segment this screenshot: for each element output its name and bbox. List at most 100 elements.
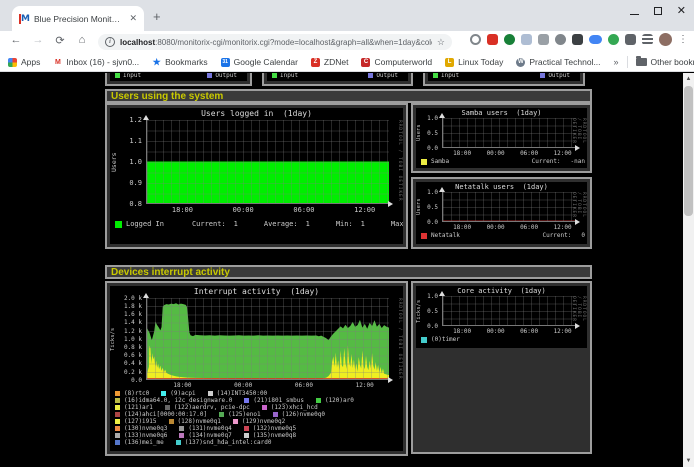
graph-box-interrupt-activity[interactable]: Interrupt activity (1day)Ticks/s2.0 k1.8…	[105, 281, 408, 456]
minimize-icon[interactable]	[630, 7, 639, 15]
bookmark-item[interactable]: CComputerworld	[361, 57, 432, 67]
home-icon[interactable]: ⌂	[74, 34, 90, 46]
extensions-puzzle-icon[interactable]	[625, 34, 636, 45]
input-legend-swatch	[433, 73, 438, 78]
maximize-icon[interactable]	[654, 7, 662, 15]
plot-area	[442, 296, 576, 326]
legend-stat-value: 1	[306, 220, 310, 228]
output-legend-swatch	[207, 73, 212, 78]
legend-swatch	[115, 419, 120, 424]
graph-box-samba-users[interactable]: Samba users (1day)Users1.00.50.018:0000:…	[411, 103, 592, 173]
new-tab-button[interactable]: +	[153, 10, 161, 23]
graph-users-logged-in: Users logged in (1day)Users1.21.11.00.90…	[110, 108, 403, 244]
output-legend-swatch	[368, 73, 373, 78]
section-header-users: Users using the system	[105, 89, 592, 103]
vertical-scrollbar[interactable]: ▲ ▼	[683, 73, 694, 467]
tab-list-icon[interactable]	[642, 34, 653, 45]
graph-legend: (0)timer	[421, 336, 585, 343]
copy-icon[interactable]	[521, 34, 532, 45]
legend-item-label: (125)eno1	[228, 411, 261, 418]
back-icon[interactable]: ←	[8, 34, 24, 46]
partial-graph-box[interactable]: Input Output	[423, 73, 585, 86]
legend-item: (21)i801_smbus	[244, 397, 304, 404]
browser-window: M Blue Precision Monitorix ✕ + ✕ ← → ⟳ ⌂…	[0, 0, 694, 467]
input-legend-swatch	[272, 73, 277, 78]
legend-swatch	[115, 412, 120, 417]
axis-arrow-right	[388, 201, 393, 207]
x-tick: 00:00	[481, 150, 511, 157]
legend-swatch	[244, 398, 249, 403]
x-tick: 06:00	[289, 382, 319, 389]
graph-box-core-activity[interactable]: Core activity (1day)Ticks/s1.00.50.018:0…	[411, 281, 592, 454]
bookmarks-bar-right: » Other bookmarks	[614, 56, 694, 68]
bookmarks-overflow-chevron[interactable]: »	[614, 57, 619, 67]
output-legend-label: Output	[548, 73, 570, 79]
bookmark-item[interactable]: LLinux Today	[445, 57, 503, 67]
close-icon[interactable]: ✕	[677, 6, 686, 16]
legend-swatch	[169, 419, 174, 424]
scrollbar-thumb[interactable]	[684, 86, 693, 216]
y-tick: 0.5	[416, 130, 438, 137]
dark-app-icon[interactable]	[572, 34, 583, 45]
search-icon[interactable]	[470, 34, 481, 45]
monitorix-page: Input Output Input Output Input Output	[0, 73, 683, 467]
section-header-interrupts: Devices interrupt activity	[105, 265, 592, 279]
other-bookmarks-button[interactable]: Other bookmarks	[636, 57, 694, 67]
legend-row: (133)nvme0q6(134)nvme0q7(135)nvme0q8	[115, 432, 401, 439]
bookmarks-bar: Apps MInbox (16) - sjvn0... ★Bookmarks 31Go…	[0, 53, 694, 72]
axis-arrow-up	[439, 187, 445, 192]
browser-menu-icon[interactable]: ⋮	[678, 34, 688, 45]
x-tick: 18:00	[447, 150, 477, 157]
x-tick: 18:00	[167, 206, 197, 214]
x-tick: 12:00	[350, 206, 380, 214]
apps-grid-icon	[8, 58, 17, 67]
legend-item: (132)nvme0q5	[244, 425, 296, 432]
legend-series: (0)timer	[421, 336, 460, 343]
legend-series-name: (0)timer	[431, 336, 460, 343]
rrdtool-watermark: RRDTOOL / TOBI OETIKER	[571, 118, 586, 148]
notes-icon[interactable]	[538, 34, 549, 45]
legend-item-label: (16)idma64.0, i2c_designware.0	[124, 397, 232, 404]
preview-icon[interactable]	[555, 34, 566, 45]
graph-box-users-logged-in[interactable]: Users logged in (1day)Users1.21.11.00.90…	[105, 103, 408, 249]
legend-item-label: (132)nvme0q5	[253, 425, 296, 432]
tab-close-icon[interactable]: ✕	[129, 13, 137, 24]
url-bar[interactable]: i localhost:8080/monitorix-cgi/monitorix…	[98, 34, 452, 50]
partial-graph-box[interactable]: Input Output	[262, 73, 413, 86]
bookmark-item[interactable]: WPractical Technol...	[516, 57, 600, 67]
bookmark-item[interactable]: MInbox (16) - sjvn0...	[53, 57, 139, 67]
folder-icon	[636, 58, 647, 66]
legend-row: (127)i915(128)nvme0q1(129)nvme0q2	[115, 418, 401, 425]
legend-item: (124)ahci[0000:00:17.0]	[115, 411, 207, 418]
scroll-up-icon[interactable]: ▲	[683, 73, 694, 85]
y-tick: 1.8 k	[110, 303, 142, 310]
y-tick: 1.0 k	[110, 336, 142, 343]
bookmark-item[interactable]: Apps	[8, 57, 40, 67]
legend-item-label: (128)nvme0q1	[178, 418, 221, 425]
browser-tab[interactable]: M Blue Precision Monitorix ✕	[12, 6, 144, 31]
scroll-down-icon[interactable]: ▼	[683, 455, 694, 467]
mail-icon[interactable]	[487, 34, 498, 45]
x-tick: 12:00	[548, 328, 578, 335]
bookmark-star-icon[interactable]: ☆	[437, 37, 445, 48]
messenger-icon[interactable]	[589, 35, 602, 44]
partial-graph-box[interactable]: Input Output	[105, 73, 252, 86]
adblock-icon[interactable]	[608, 34, 619, 45]
bookmark-item[interactable]: 31Google Calendar	[221, 57, 298, 67]
page-info-icon[interactable]: i	[105, 37, 115, 47]
legend-swatch	[179, 426, 184, 431]
graph-netatalk-users: Netatalk users (1day)Users1.00.50.018:00…	[416, 182, 587, 244]
legend-item: (16)idma64.0, i2c_designware.0	[115, 397, 232, 404]
profile-avatar[interactable]	[659, 33, 672, 46]
graph-box-netatalk-users[interactable]: Netatalk users (1day)Users1.00.50.018:00…	[411, 177, 592, 249]
bookmark-label: Linux Today	[458, 57, 503, 67]
x-tick: 00:00	[228, 382, 258, 389]
reload-icon[interactable]: ⟳	[52, 34, 68, 47]
bookmark-item[interactable]: ZZDNet	[311, 57, 349, 67]
share-icon[interactable]	[504, 34, 515, 45]
forward-icon[interactable]: →	[30, 34, 46, 46]
legend-item-label: (134)nvme0q7	[188, 432, 231, 439]
bookmark-label: Computerworld	[374, 57, 432, 67]
partial-graph-image: Input Output	[267, 73, 408, 81]
bookmark-item[interactable]: ★Bookmarks	[152, 57, 208, 67]
